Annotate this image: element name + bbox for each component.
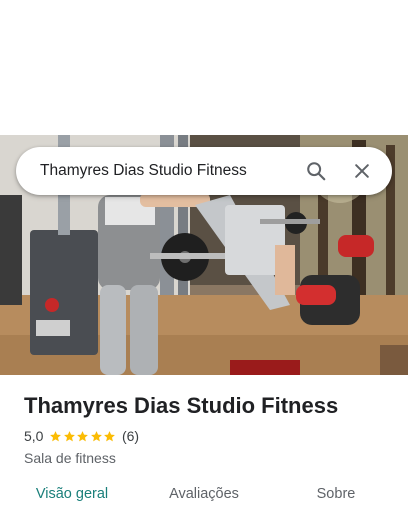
map-blank-area [0, 0, 408, 135]
rating-stars [49, 430, 117, 443]
star-icon [104, 430, 116, 441]
place-category: Sala de fitness [24, 450, 116, 466]
search-icon [307, 162, 326, 181]
place-panel: Thamyres Dias Studio Fitness Thamyres Di… [0, 0, 408, 510]
place-title: Thamyres Dias Studio Fitness [24, 393, 339, 418]
star-icon [64, 430, 75, 441]
tab-about[interactable]: Sobre [264, 478, 408, 510]
place-info: Thamyres Dias Studio Fitness 5,0 (6) Sal… [24, 393, 394, 466]
review-count: (6) [121, 428, 140, 444]
star-icon [50, 430, 62, 441]
search-button[interactable] [296, 151, 336, 191]
search-input[interactable]: Thamyres Dias Studio Fitness [40, 162, 290, 180]
close-button[interactable] [342, 151, 382, 191]
tab-overview-label: Visão geral [35, 486, 109, 502]
place-tabs: Visão geral Avaliações Sobre [0, 478, 408, 510]
tab-about-label: Sobre [316, 486, 356, 502]
rating-row[interactable]: 5,0 (6) [24, 427, 394, 445]
star-icon [91, 430, 102, 441]
tab-reviews[interactable]: Avaliações [144, 478, 264, 510]
tab-reviews-label: Avaliações [169, 486, 239, 502]
star-icon [77, 430, 89, 441]
rating-value: 5,0 [24, 428, 44, 444]
search-bar: Thamyres Dias Studio Fitness [16, 147, 392, 195]
tab-overview[interactable]: Visão geral [0, 478, 144, 510]
close-icon [355, 164, 369, 178]
